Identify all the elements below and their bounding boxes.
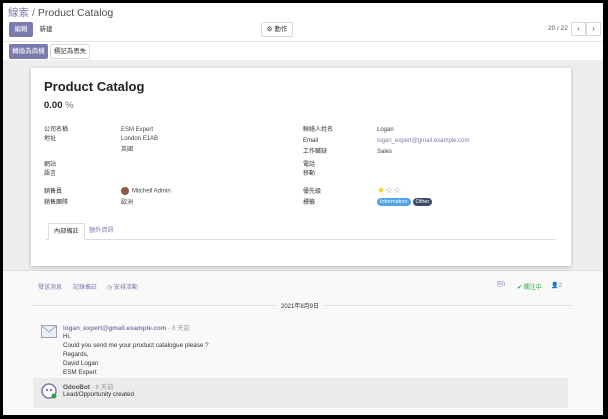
message-author[interactable]: logan_expert@gmail.example.com (63, 325, 166, 332)
message-body-line: Lead/Opportunity created (63, 391, 135, 398)
salesperson-value: Mitchell Admin (132, 188, 171, 195)
chevron-right-icon: › (592, 24, 595, 33)
message-body-line: ESM Expert (63, 369, 97, 376)
tags-field[interactable]: Information Other (377, 198, 434, 206)
control-panel: 線索 / Product Catalog 編輯 新建 ⚙ 動作 20 / 22 ‹ … (3, 3, 603, 41)
job-position-value[interactable]: Sales (377, 148, 392, 156)
app-window: 線索 / Product Catalog 編輯 新建 ⚙ 動作 20 / 22 ‹ … (3, 3, 603, 415)
tab-extra-info[interactable]: 額外資訊 (84, 223, 119, 238)
contact-name-label: 聯絡人姓名 (303, 127, 334, 133)
star-empty-icon[interactable]: ☆ (393, 185, 401, 195)
avatar (121, 187, 129, 195)
tab-internal-notes[interactable]: 內部備註 (48, 223, 85, 240)
record-title[interactable]: Product Catalog (44, 79, 144, 94)
tags-label: 標籤 (303, 200, 316, 206)
schedule-activity-button[interactable]: ◷ 安排活動 (107, 282, 138, 291)
company-name-label: 公司名稱 (44, 127, 69, 133)
contact-name-value[interactable]: Logan (377, 126, 394, 134)
message-time: - 8 天前 (168, 325, 190, 332)
tag-badge[interactable]: Information (377, 198, 411, 206)
message-header: OdooBot - 8 天前 (63, 382, 113, 391)
notebook-tabs: 內部備註 額外資訊 (46, 223, 556, 240)
pager-previous-button[interactable]: ‹ (571, 22, 586, 36)
message-body-line: David Logan (63, 360, 99, 367)
priority-stars: ★☆☆ (377, 186, 401, 195)
gear-icon: ⚙ (266, 26, 273, 33)
address-label: 地址 (44, 136, 57, 142)
star-filled-icon[interactable]: ★ (377, 185, 385, 195)
job-position-label: 工作職缺 (303, 149, 328, 155)
address-country-value[interactable]: 英國 (121, 146, 133, 154)
create-button[interactable]: 新建 (34, 22, 58, 37)
salesperson-label: 銷售員 (44, 189, 63, 195)
edit-button[interactable]: 編輯 (9, 22, 33, 37)
convert-to-opportunity-button[interactable]: 轉換為商機 (9, 44, 48, 59)
attachments-button[interactable]: ⎘0 (497, 282, 505, 289)
message-header: logan_expert@gmail.example.com - 8 天前 (63, 323, 190, 332)
status-bar: 轉換為商機 標記為丟失 (3, 41, 603, 61)
message-author[interactable]: OdooBot (63, 384, 90, 391)
probability-value: 0.00 (44, 100, 63, 111)
breadcrumb-separator: / (32, 7, 35, 19)
tag-badge[interactable]: Other (412, 198, 433, 206)
star-empty-icon[interactable]: ☆ (385, 185, 393, 195)
mobile-label: 移動 (303, 171, 316, 177)
action-label: 動作 (274, 26, 288, 33)
message-body-line: Hi, (63, 333, 71, 340)
message-body-line: Regards, (63, 351, 89, 358)
company-name-value[interactable]: ESM Expert (121, 126, 153, 134)
probability-unit: % (65, 100, 74, 111)
date-separator-label: 2021年8月9日 (275, 301, 326, 310)
followers-count: 2 (558, 283, 562, 289)
phone-label: 電話 (303, 162, 316, 168)
followers-button[interactable]: 👤2 (551, 282, 562, 289)
chevron-left-icon: ‹ (577, 24, 580, 33)
pager-value: 20 / 22 (548, 25, 568, 32)
action-dropdown[interactable]: ⚙ 動作 (261, 22, 293, 37)
sales-team-value[interactable]: 歐洲 (121, 199, 133, 207)
log-note-button[interactable]: 記錄備註 (73, 282, 97, 291)
breadcrumb: 線索 / Product Catalog (8, 5, 113, 20)
form-background: Product Catalog 0.00 % 公司名稱 ESM Expert 地… (3, 60, 603, 271)
check-icon: ✔ (517, 285, 523, 291)
schedule-activity-label: 安排活動 (113, 285, 138, 291)
pager-next-button[interactable]: › (586, 22, 601, 36)
website-label: 網站 (44, 162, 57, 168)
email-label: Email (303, 138, 319, 144)
attachments-count: 0 (501, 282, 506, 288)
probability-field[interactable]: 0.00 % (44, 100, 74, 111)
salesperson-field[interactable]: Mitchell Admin (121, 187, 171, 196)
send-message-button[interactable]: 發送消息 (38, 282, 62, 291)
breadcrumb-leads-link[interactable]: 線索 (8, 7, 29, 19)
mark-as-lost-button[interactable]: 標記為丟失 (50, 44, 90, 59)
language-label: 語言 (44, 171, 57, 177)
sales-team-label: 銷售團隊 (44, 200, 69, 206)
address-city-zip-value[interactable]: London E1AB (121, 135, 158, 143)
clock-icon: ◷ (107, 285, 113, 291)
priority-label: 優先級 (303, 189, 322, 195)
message-body-line: Could you send me your product catalogue… (63, 342, 209, 349)
breadcrumb-current: Product Catalog (37, 7, 114, 19)
follow-label: 關注中 (523, 285, 542, 291)
message-time: - 8 天前 (91, 384, 114, 391)
envelope-icon (41, 325, 57, 338)
follow-button[interactable]: ✔ 關注中 (517, 282, 542, 291)
email-value[interactable]: logan_expert@gmail.example.com (377, 137, 469, 145)
form-sheet: Product Catalog 0.00 % 公司名稱 ESM Expert 地… (31, 68, 571, 266)
odoobot-avatar-icon (41, 383, 57, 399)
